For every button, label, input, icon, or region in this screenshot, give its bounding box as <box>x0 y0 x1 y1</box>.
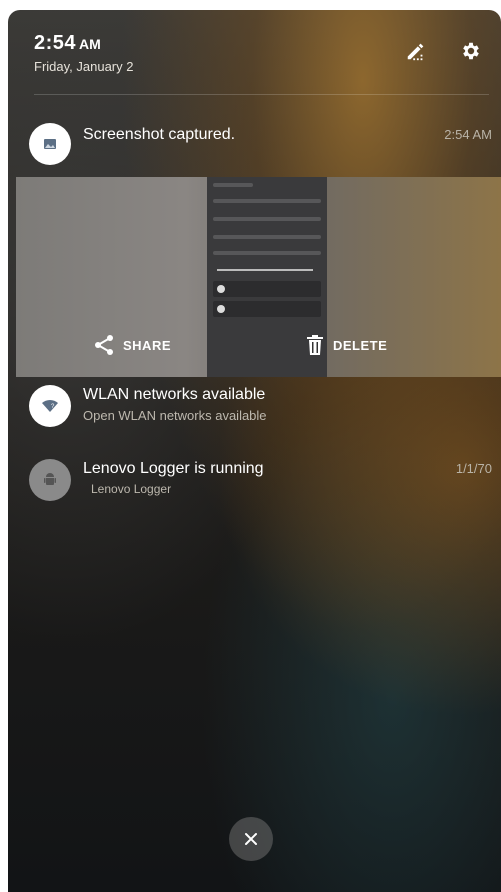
wifi-icon: ? <box>29 385 71 427</box>
notification-subtitle: Lenovo Logger <box>91 482 172 496</box>
notification-title: Lenovo Logger is running <box>83 460 264 477</box>
notification-subtitle: Open WLAN networks available <box>83 408 267 423</box>
delete-label: DELETE <box>333 337 388 353</box>
close-icon <box>245 833 257 845</box>
share-label: SHARE <box>123 337 172 353</box>
image-icon <box>29 123 71 165</box>
delete-button[interactable]: DELETE <box>305 334 387 356</box>
notification-shade: 2:54 AM Friday, January 2 Screenshot capt… <box>8 10 501 892</box>
status-header: 2:54 AM Friday, January 2 <box>34 32 133 74</box>
screenshot-preview[interactable] <box>16 177 501 377</box>
gear-icon[interactable] <box>460 40 482 62</box>
clock-time: 2:54 <box>34 32 77 54</box>
close-button[interactable] <box>229 817 273 861</box>
edit-pencil-icon[interactable] <box>405 40 427 62</box>
header-divider <box>34 94 489 95</box>
date-label: Friday, January 2 <box>34 59 134 74</box>
android-icon <box>29 459 71 501</box>
trash-icon <box>307 335 323 355</box>
notification-title: Screenshot captured. <box>83 126 236 143</box>
share-button[interactable]: SHARE <box>93 334 171 356</box>
clock-ampm: AM <box>79 36 101 52</box>
notification-time: 2:54 AM <box>444 127 492 142</box>
notification-time: 1/1/70 <box>455 461 492 476</box>
notification-title: WLAN networks available <box>83 386 266 403</box>
share-icon <box>95 335 113 355</box>
